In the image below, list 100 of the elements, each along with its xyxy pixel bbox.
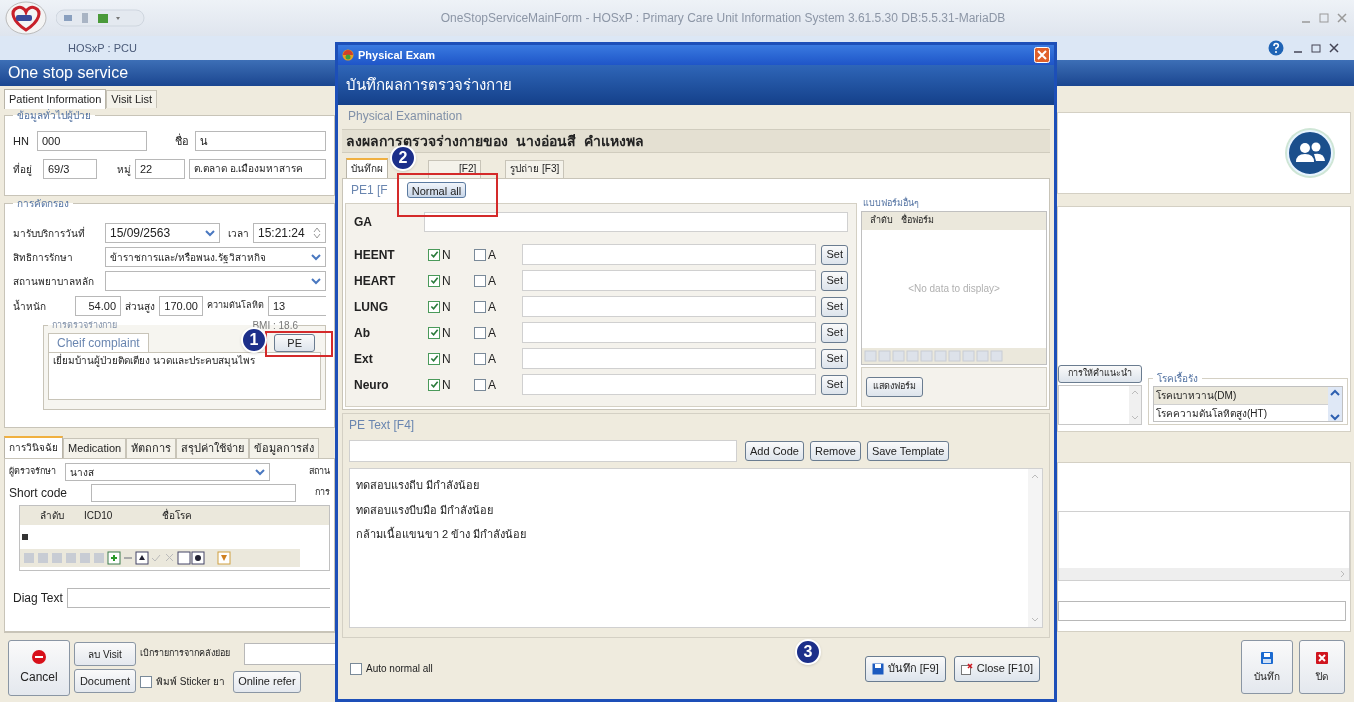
online-refer-button[interactable]: Online refer [233, 670, 301, 693]
close-button[interactable]: ปิด [1299, 640, 1345, 694]
set-button[interactable]: Set [821, 244, 848, 265]
grid-navigator-bar[interactable] [20, 549, 300, 567]
checkmark-icon [429, 354, 439, 363]
grid-navigator-bar[interactable] [862, 348, 1046, 365]
scrollbar-drawing[interactable] [1328, 387, 1342, 421]
moo-field[interactable]: 22 [135, 159, 185, 179]
finding-field[interactable] [522, 270, 817, 291]
save-button[interactable]: บันทึก [1241, 640, 1293, 694]
doctor-dropdown[interactable]: นางส [65, 463, 270, 481]
name-field[interactable]: น [195, 131, 326, 151]
finding-field[interactable] [522, 296, 817, 317]
set-button[interactable]: Set [821, 270, 848, 291]
tab[interactable]: สรุปค่าใช้จ่าย [176, 438, 250, 458]
diag-text-field[interactable] [1058, 601, 1346, 621]
code-field[interactable] [349, 440, 737, 462]
tab[interactable]: ข้อมูลการส่ง [249, 438, 320, 458]
height-field[interactable]: 170.00 [159, 296, 203, 316]
abnormal-checkbox[interactable]: A [474, 245, 520, 264]
field-label: ส่วนสูง [125, 299, 155, 314]
column-header: ICD10 [84, 509, 113, 523]
set-button[interactable]: Set [821, 296, 848, 317]
address-field[interactable]: 69/3 [43, 159, 97, 179]
finding-field[interactable] [522, 322, 817, 343]
normal-checkbox[interactable]: N [428, 323, 474, 342]
advice-text-box[interactable] [1058, 385, 1142, 425]
time-field[interactable]: 15:21:24 [253, 223, 326, 243]
treatment-right-dropdown[interactable]: ข้าราชการและ/หรือพนง.รัฐวิสาหกิจ [105, 247, 326, 267]
field-label: การ [315, 486, 330, 500]
app-logo-icon[interactable] [4, 1, 48, 35]
area-field[interactable]: ต.ตลาด อ.เมืองมหาสารค [189, 159, 326, 179]
tab[interactable]: Patient Information [4, 89, 107, 109]
list-item[interactable]: โรคเบาหวาน(DM) [1154, 387, 1328, 405]
set-button[interactable]: Set [821, 374, 848, 395]
quick-access-toolbar-icon[interactable] [56, 9, 146, 27]
scrollbar-drawing[interactable] [1059, 568, 1349, 580]
checkmark-icon [429, 250, 439, 259]
abnormal-checkbox[interactable]: A [474, 271, 520, 290]
main-hospital-dropdown[interactable] [105, 271, 326, 291]
save-button[interactable]: บันทึก [F9] [864, 655, 946, 682]
window-controls-icon[interactable] [1292, 42, 1342, 54]
finding-field[interactable] [522, 244, 817, 265]
tab[interactable]: บันทึกผ [346, 158, 388, 178]
spinner-arrows-icon[interactable] [313, 227, 321, 239]
print-sticker-checkbox[interactable]: พิมพ์ Sticker ยา [140, 674, 226, 689]
scrollbar-drawing[interactable] [1129, 386, 1141, 424]
system-label: HEENT [354, 246, 396, 264]
finding-field[interactable] [522, 348, 817, 369]
user-group-icon[interactable] [1284, 127, 1336, 179]
set-button[interactable]: Set [821, 322, 848, 343]
hn-field[interactable]: 000 [37, 131, 147, 151]
show-form-button[interactable]: แสดงฟอร์ม [866, 377, 923, 398]
close-icon[interactable] [1034, 47, 1050, 63]
normal-checkbox[interactable]: N [428, 271, 474, 290]
action-button[interactable]: Add Code [745, 441, 804, 461]
normal-checkbox[interactable]: N [428, 349, 474, 368]
tab[interactable]: รูปถ่าย [F3] [505, 160, 565, 178]
abnormal-checkbox[interactable]: A [474, 323, 520, 342]
date-field[interactable]: 15/09/2563 [105, 223, 220, 243]
ga-field[interactable] [424, 212, 848, 232]
advice-button[interactable]: การให้คำแนะนำ [1058, 365, 1142, 383]
abnormal-checkbox[interactable]: A [474, 297, 520, 316]
system-label: Ab [354, 324, 371, 342]
abnormal-checkbox[interactable]: A [474, 349, 520, 368]
abnormal-checkbox[interactable]: A [474, 375, 520, 394]
normal-all-button[interactable]: Normal all [406, 182, 467, 198]
field-label: ความดันโลหิต [207, 299, 264, 313]
action-button[interactable]: Remove [809, 441, 861, 461]
tab[interactable]: Visit List [106, 90, 158, 108]
close-button[interactable]: Close [F10] [953, 655, 1040, 682]
pe-text-area[interactable]: ทดสอบแรงถีบ มีกำลังน้อย ทดสอบแรงบีบมือ มีกำลังน้อย กล้ามเนื้อแขนขา 2 ข้าง มีกำลังน้อย [349, 468, 1043, 628]
withdraw-field[interactable] [244, 642, 335, 665]
short-code-field[interactable] [91, 484, 296, 502]
help-icon[interactable] [1268, 40, 1284, 56]
checkmark-icon [429, 328, 439, 337]
checkmark-icon [429, 276, 439, 285]
set-button[interactable]: Set [821, 348, 848, 369]
weight-field[interactable]: 54.00 [75, 296, 121, 316]
normal-checkbox[interactable]: N [428, 297, 474, 316]
normal-checkbox[interactable]: N [428, 375, 474, 394]
blood-pressure-field[interactable]: 13 [268, 296, 326, 316]
normal-checkbox[interactable]: N [428, 245, 474, 264]
finding-field[interactable] [522, 374, 817, 395]
tab[interactable]: การวินิจฉัย [4, 436, 63, 458]
cancel-button[interactable]: Cancel [8, 639, 70, 696]
pe-button[interactable]: PE [274, 333, 315, 352]
dialog-app-icon [342, 49, 354, 61]
delete-visit-button[interactable]: ลบ Visit [74, 642, 136, 666]
checkmark-icon [429, 380, 439, 389]
scrollbar-drawing[interactable] [1028, 469, 1042, 627]
tab[interactable]: Medication [63, 438, 127, 458]
tab[interactable]: หัตถการ [126, 438, 177, 458]
action-button[interactable]: Save Template [866, 441, 950, 461]
chief-complaint-tab[interactable]: Cheif complaint [48, 333, 149, 352]
chief-complaint-text[interactable]: เยี่ยมบ้านผู้ป่วยติดเตียง นวดและประคบสมุนไพร [48, 352, 321, 400]
document-button[interactable]: Document [74, 669, 136, 693]
diag-text-field[interactable] [67, 588, 330, 608]
field-label: ชื่อ [175, 132, 190, 149]
row-indicator-icon [22, 534, 28, 540]
